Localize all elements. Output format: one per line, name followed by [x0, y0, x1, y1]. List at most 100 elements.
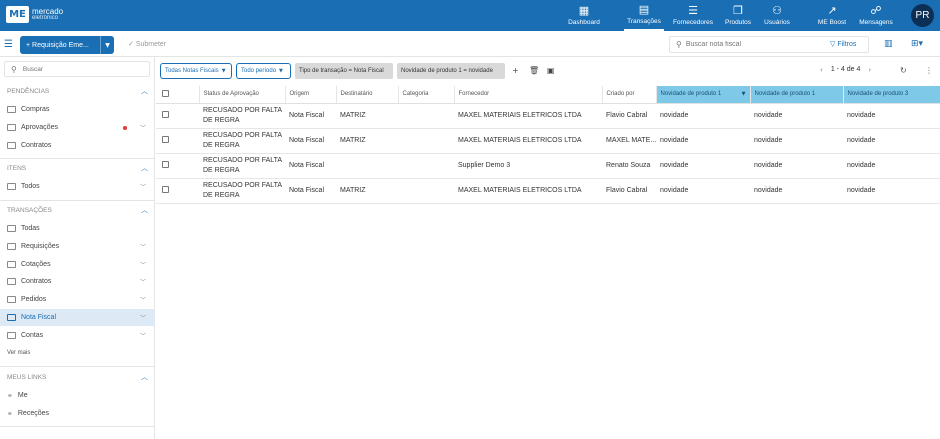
see-more-link[interactable]: Ver mais [7, 350, 30, 356]
nav-usuarios[interactable]: ⚇ Usuários [762, 0, 792, 31]
nav-me-boost[interactable]: ↗ ME Boost [816, 0, 848, 31]
nav-label: Usuários [764, 19, 790, 26]
filter-tag-novidade[interactable]: Novidade de produto 1 = novidade [397, 63, 505, 79]
divider [0, 200, 155, 201]
folder-icon [7, 261, 16, 268]
row-checkbox[interactable] [162, 161, 169, 168]
nav-fornecedores[interactable]: ☰ Fornecedores [672, 0, 714, 31]
row-checkbox-cell [156, 178, 199, 204]
section-pendencias[interactable]: PENDÊNCIAS ︿ [0, 84, 155, 98]
sidebar-item-compras[interactable]: Compras [0, 101, 155, 118]
categoria-cell [398, 178, 454, 204]
row-checkbox-cell [156, 128, 199, 154]
add-filter-icon[interactable]: + [512, 66, 519, 75]
row-checkbox[interactable] [162, 111, 169, 118]
row-checkbox[interactable] [162, 186, 169, 193]
table-row[interactable]: RECUSADO POR FALTA DE REGRA Nota Fiscal MA… [156, 103, 940, 129]
database-icon: ☰ [688, 4, 698, 17]
table-row[interactable]: RECUSADO POR FALTA DE REGRA Nota Fiscal MA… [156, 178, 940, 204]
sidebar-item-pedidos[interactable]: Pedidos ﹀ [0, 291, 155, 308]
nav-dashboard[interactable]: ▦ Dashboard [566, 0, 602, 31]
sidebar-link-me[interactable]: ⚭ Me [0, 387, 155, 404]
col-categoria[interactable]: Categoria [398, 86, 455, 104]
section-meus-links[interactable]: MEUS LINKS ︿ [0, 370, 155, 384]
invoice-type-dropdown[interactable]: Todas Notas Fiscais ▼ [160, 63, 232, 79]
chevron-down-icon[interactable]: ﹀ [140, 123, 146, 132]
section-itens[interactable]: ITENS ︿ [0, 161, 155, 175]
sidebar-item-contratos-transacoes[interactable]: Contratos ﹀ [0, 273, 155, 290]
chevron-right-icon[interactable]: › [868, 66, 871, 74]
filters-button[interactable]: ▽ Filtros [830, 40, 856, 48]
sidebar-item-todas[interactable]: Todas [0, 220, 155, 237]
destinatario-cell [336, 153, 398, 179]
chevron-down-icon[interactable]: ﹀ [140, 313, 146, 322]
user-avatar[interactable]: PR [911, 4, 934, 27]
col-novidade-1b[interactable]: Novidade de produto 1 [750, 86, 844, 104]
col-destinatario[interactable]: Destinatário [336, 86, 399, 104]
save-icon[interactable]: ▣ [547, 66, 555, 75]
sort-dropdown-icon[interactable]: ▼ [742, 91, 746, 97]
nav-transacoes[interactable]: ▤ Transações [624, 0, 664, 31]
grid-view-icon[interactable]: ⊞▾ [911, 39, 923, 49]
chat-icon: ☍ [870, 4, 882, 17]
filter-tag-transaction-type[interactable]: Tipo de transação = Nota Fiscal [295, 63, 393, 79]
chevron-down-icon[interactable]: ▼ [100, 36, 114, 54]
new-requisition-button[interactable]: + Requisição Eme... ▼ [20, 36, 114, 54]
col-novidade-1[interactable]: Novidade de produto 1 ▼ [656, 86, 751, 104]
nav-produtos[interactable]: ❒ Produtos [722, 0, 754, 31]
sidebar-item-aprovacoes[interactable]: Aprovações ﹀ [0, 119, 155, 136]
sidebar-item-contratos[interactable]: Contratos [0, 137, 155, 154]
col-novidade-3[interactable]: Novidade de produto 3 [843, 86, 940, 104]
nav-label: ME Boost [817, 19, 847, 26]
sidebar-item-todos[interactable]: Todos ﹀ [0, 178, 155, 195]
chevron-down-icon[interactable]: ﹀ [140, 277, 146, 286]
period-dropdown[interactable]: Todo período ▼ [236, 63, 291, 79]
chevron-down-icon[interactable]: ﹀ [140, 242, 146, 251]
chevron-up-icon: ︿ [141, 373, 148, 381]
mercado-eletronico-logo[interactable]: ME mercado eletrônico [6, 6, 63, 23]
bar-chart-icon[interactable]: ▥ [884, 39, 893, 49]
fornecedor-cell: MAXEL MATERIAIS ELETRICOS LTDA [454, 128, 602, 154]
origem-cell: Nota Fiscal [285, 128, 336, 154]
row-checkbox[interactable] [162, 136, 169, 143]
col-status-aprovacao[interactable]: Status de Aprovação [199, 86, 286, 104]
fornecedor-cell: MAXEL MATERIAIS ELETRICOS LTDA [454, 103, 602, 129]
chevron-down-icon[interactable]: ﹀ [140, 182, 146, 191]
pagination: ‹ 1 - 4 de 4 › [820, 66, 871, 74]
table-row[interactable]: RECUSADO POR FALTA DE REGRA Nota Fiscal Su… [156, 153, 940, 179]
pagination-label: 1 - 4 de 4 [830, 66, 861, 73]
trash-icon[interactable]: 🗑 [529, 66, 539, 75]
chevron-down-icon: ▼ [221, 68, 226, 74]
novidade-3-cell: novidade [843, 103, 940, 129]
origem-cell: Nota Fiscal [285, 153, 336, 179]
refresh-icon[interactable]: ↻ [900, 66, 907, 75]
divider [0, 366, 155, 367]
chevron-down-icon[interactable]: ﹀ [140, 331, 146, 340]
sidebar-item-cotacoes[interactable]: Cotações ﹀ [0, 256, 155, 273]
menu-icon[interactable]: ☰ [4, 39, 13, 50]
col-criado-por[interactable]: Criado por [602, 86, 657, 104]
more-options-icon[interactable]: ⋮ [925, 66, 933, 75]
col-origem[interactable]: Origem [285, 86, 337, 104]
sidebar-item-requisicoes[interactable]: Requisições ﹀ [0, 238, 155, 255]
chevron-down-icon[interactable]: ﹀ [140, 260, 146, 269]
chevron-left-icon[interactable]: ‹ [820, 66, 823, 74]
chevron-down-icon[interactable]: ﹀ [140, 295, 146, 304]
sidebar-item-nota-fiscal[interactable]: Nota Fiscal ﹀ [0, 309, 155, 326]
novidade-1b-cell: novidade [750, 128, 843, 154]
sidebar-item-contas[interactable]: Contas ﹀ [0, 327, 155, 344]
submit-button[interactable]: ✓ Submeter [128, 40, 166, 48]
invoice-search-input[interactable] [685, 41, 826, 48]
folder-icon [7, 183, 16, 190]
new-requisition-label: + Requisição Eme... [26, 41, 89, 49]
nav-mensagens[interactable]: ☍ Mensagens [858, 0, 894, 31]
table-row[interactable]: RECUSADO POR FALTA DE REGRA Nota Fiscal MA… [156, 128, 940, 154]
novidade-1b-cell: novidade [750, 103, 843, 129]
sidebar-search-input[interactable] [22, 65, 123, 73]
col-fornecedor[interactable]: Fornecedor [454, 86, 603, 104]
sidebar-link-recepcoes[interactable]: ⚭ Receções [0, 405, 155, 422]
nav-label: Mensagens [859, 19, 893, 26]
section-transacoes[interactable]: TRANSAÇÕES ︿ [0, 203, 155, 217]
folder-icon [7, 278, 16, 285]
select-all-checkbox[interactable] [162, 89, 169, 97]
